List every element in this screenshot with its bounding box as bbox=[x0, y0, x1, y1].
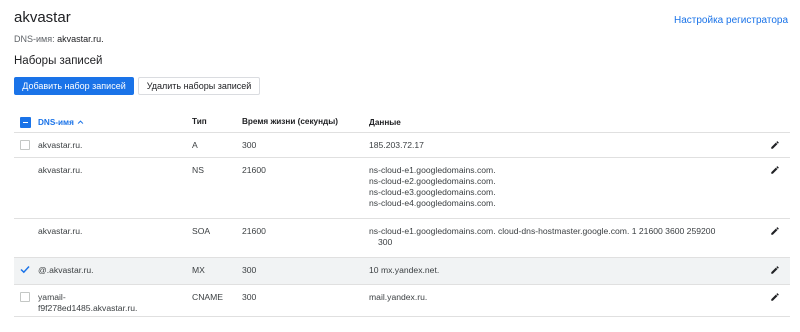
record-data-line: ns-cloud-e4.googledomains.com. bbox=[369, 198, 496, 208]
record-type: A bbox=[192, 140, 198, 150]
record-dns-name: akvastar.ru. bbox=[38, 140, 188, 151]
record-data-line: 300 bbox=[378, 237, 393, 247]
table-body: akvastar.ru. A 300 185.203.72.17 akvastar.ru… bbox=[14, 133, 790, 317]
pencil-icon bbox=[771, 141, 779, 149]
edit-record-button[interactable] bbox=[770, 165, 780, 175]
record-data-line: 10 mx.yandex.net. bbox=[369, 265, 440, 275]
record-dns-name-line: yamail- bbox=[38, 292, 66, 302]
arrow-up-icon bbox=[77, 120, 84, 124]
record-data-line: ns-cloud-e2.googledomains.com. bbox=[369, 176, 496, 186]
record-data: 10 mx.yandex.net. bbox=[369, 265, 759, 276]
record-dns-name: @.akvastar.ru. bbox=[38, 265, 188, 276]
record-dns-name-line: akvastar.ru. bbox=[38, 140, 83, 150]
record-data-line: mail.yandex.ru. bbox=[369, 292, 428, 302]
record-ttl: 300 bbox=[242, 265, 257, 275]
record-ttl: 21600 bbox=[242, 165, 266, 175]
table-row[interactable]: @.akvastar.ru. MX 300 10 mx.yandex.net. bbox=[14, 258, 790, 285]
record-ttl: 300 bbox=[242, 292, 257, 302]
record-sets-table: DNS-имя Тип Время жизни (секунды) Данные… bbox=[14, 112, 790, 317]
record-data: ns-cloud-e1.googledomains.com. cloud-dns… bbox=[369, 226, 759, 248]
column-header-dns-name-label: DNS-имя bbox=[38, 118, 74, 127]
select-all-checkbox[interactable] bbox=[20, 117, 31, 128]
record-dns-name-line: akvastar.ru. bbox=[38, 165, 83, 175]
record-type: MX bbox=[192, 265, 205, 275]
record-type: CNAME bbox=[192, 292, 224, 302]
dns-name-label: DNS-имя: bbox=[14, 34, 55, 44]
edit-record-button[interactable] bbox=[770, 292, 780, 302]
record-data: 185.203.72.17 bbox=[369, 140, 759, 151]
checkbox-box bbox=[20, 140, 30, 150]
record-ttl: 300 bbox=[242, 140, 257, 150]
record-data-line: ns-cloud-e1.googledomains.com. bbox=[369, 165, 496, 175]
record-data: mail.yandex.ru. bbox=[369, 292, 759, 303]
pencil-icon bbox=[771, 293, 779, 301]
record-type: NS bbox=[192, 165, 204, 175]
record-dns-name: yamail-f9f278ed1485.akvastar.ru. bbox=[38, 292, 188, 314]
pencil-icon bbox=[771, 227, 779, 235]
record-sets-title: Наборы записей bbox=[14, 55, 103, 67]
record-dns-name: akvastar.ru. bbox=[38, 165, 188, 176]
column-header-ttl: Время жизни (секунды) bbox=[242, 117, 338, 126]
record-dns-name-line: @.akvastar.ru. bbox=[38, 265, 94, 275]
table-row[interactable]: yamail-f9f278ed1485.akvastar.ru. CNAME 300… bbox=[14, 285, 790, 317]
zone-title: akvastar bbox=[14, 9, 71, 26]
record-data-line: ns-cloud-e3.googledomains.com. bbox=[369, 187, 496, 197]
table-row[interactable]: akvastar.ru. NS 21600 ns-cloud-e1.googledom… bbox=[14, 158, 790, 219]
dns-name-value: akvastar.ru. bbox=[57, 34, 104, 44]
checkmark-icon bbox=[20, 265, 30, 274]
record-data-line: ns-cloud-e1.googledomains.com. cloud-dns… bbox=[369, 226, 716, 236]
record-data: ns-cloud-e1.googledomains.com. ns-cloud-e… bbox=[369, 165, 759, 209]
delete-record-sets-button[interactable]: Удалить наборы записей bbox=[138, 77, 260, 95]
table-row[interactable]: akvastar.ru. A 300 185.203.72.17 bbox=[14, 133, 790, 158]
record-dns-name-line: f9f278ed1485.akvastar.ru. bbox=[38, 303, 138, 313]
record-type: SOA bbox=[192, 226, 211, 236]
pencil-icon bbox=[771, 266, 779, 274]
registrar-settings-link[interactable]: Настройка регистратора bbox=[674, 15, 788, 26]
add-record-set-button[interactable]: Добавить набор записей bbox=[14, 77, 134, 95]
column-header-dns-name[interactable]: DNS-имя bbox=[38, 117, 188, 128]
pencil-icon bbox=[771, 166, 779, 174]
edit-record-button[interactable] bbox=[770, 265, 780, 275]
dns-name-line: DNS-имя: akvastar.ru. bbox=[14, 34, 104, 44]
edit-record-button[interactable] bbox=[770, 140, 780, 150]
table-header: DNS-имя Тип Время жизни (секунды) Данные bbox=[14, 112, 790, 133]
record-data-line: 185.203.72.17 bbox=[369, 140, 424, 150]
record-dns-name-line: akvastar.ru. bbox=[38, 226, 83, 236]
edit-record-button[interactable] bbox=[770, 226, 780, 236]
column-header-data: Данные bbox=[369, 118, 401, 127]
row-checkbox[interactable] bbox=[20, 140, 30, 150]
row-checkbox-checked[interactable] bbox=[20, 265, 30, 274]
row-checkbox[interactable] bbox=[20, 292, 30, 302]
record-dns-name: akvastar.ru. bbox=[38, 226, 188, 237]
table-row[interactable]: akvastar.ru. SOA 21600 ns-cloud-e1.googledo… bbox=[14, 219, 790, 258]
checkbox-box bbox=[20, 292, 30, 302]
column-header-type: Тип bbox=[192, 117, 207, 126]
record-ttl: 21600 bbox=[242, 226, 266, 236]
